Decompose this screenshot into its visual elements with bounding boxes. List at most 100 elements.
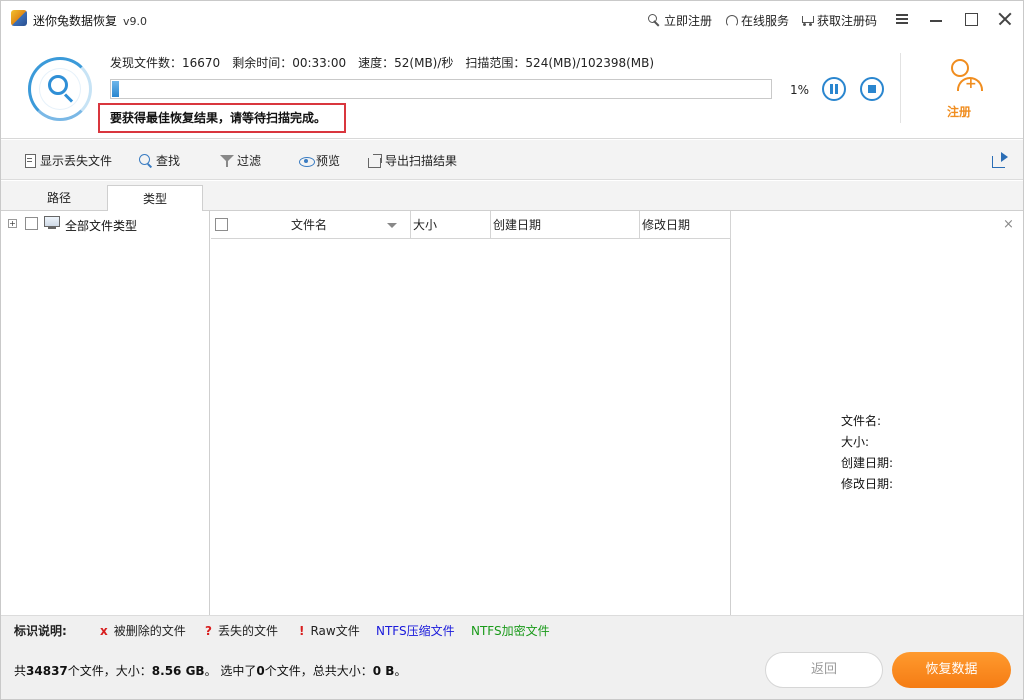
show-lost-files-label: 显示丢失文件 [40,154,113,168]
register-label: 注册 [946,105,971,119]
all-types-checkbox[interactable] [25,217,38,230]
search-icon [139,153,153,168]
minimize-icon[interactable] [924,7,948,31]
app-name: 迷你兔数据恢复 [33,14,118,28]
tab-path[interactable]: 路径 [11,185,107,211]
status-bar: 共34837个文件，大小：8.56 GB。 选中了0个文件，总共大小：0 B。 … [1,643,1023,699]
scan-range-label: 扫描范围： [465,56,526,70]
online-service-label: 在线服务 [741,14,790,28]
legend-deleted-label: 被删除的文件 [113,624,186,638]
divider [900,53,901,123]
register-now-label: 立即注册 [664,14,713,28]
file-list: 文件名 大小 创建日期 修改日期 [211,211,731,615]
scan-notice: 要获得最佳恢复结果，请等待扫描完成。 [98,103,346,133]
status-total-mid: 个文件，大小： [67,664,152,678]
maximize-icon[interactable] [959,7,983,31]
tree-expand-icon[interactable]: + [8,219,17,228]
tab-bar: 路径 类型 [1,181,1023,212]
export-icon [368,153,382,168]
scan-progress-percent: 1% [790,83,810,97]
eye-icon [299,154,315,168]
remaining-time-label: 剩余时间： [232,56,293,70]
legend-raw: ! Raw文件 [299,622,360,639]
column-name-label: 文件名 [291,218,328,232]
sort-down-icon [387,223,397,228]
close-icon[interactable] [993,7,1017,31]
preview-info: 文件名: 大小: 创建日期: 修改日期: [841,411,893,495]
legend-deleted: x 被删除的文件 [100,622,186,639]
found-files-value: 16670 [182,56,221,70]
legend-title: 标识说明: [14,624,67,638]
online-service-link[interactable]: 在线服务 [725,12,789,29]
get-code-label: 获取注册码 [817,14,878,28]
app-version: v9.0 [123,15,148,28]
app-title: 迷你兔数据恢复 v9.0 [33,12,147,29]
legend-lost-label: 丢失的文件 [217,624,278,638]
preview-created-label: 创建日期: [841,456,894,470]
legend-ntfs-encrypted: NTFS加密文件 [471,624,550,638]
remaining-time-value: 00:33:00 [292,56,347,70]
total-files-count: 34837 [26,664,68,678]
column-header-size[interactable]: 大小 [411,211,491,239]
stop-icon[interactable] [860,77,884,101]
raw-mark: ! [299,624,305,638]
column-header-name[interactable]: 文件名 [211,211,411,239]
back-button[interactable]: 返回 [765,652,883,688]
share-icon[interactable] [992,152,1008,168]
legend-raw-label: Raw文件 [310,624,360,638]
column-header-modified[interactable]: 修改日期 [640,211,731,239]
find-button[interactable]: 查找 [139,152,180,169]
toolbar: 显示丢失文件 查找 过滤 预览 导出扫描结果 [1,140,1023,180]
recover-data-button[interactable]: 恢复数据 [892,652,1011,688]
tab-type[interactable]: 类型 [107,185,203,212]
selected-size: 0 B [372,664,395,678]
status-total-prefix: 共 [14,664,27,678]
headset-icon [725,14,738,27]
legend-ntfs-compressed: NTFS压缩文件 [376,624,455,638]
preview-button[interactable]: 预览 [299,152,340,169]
preview-panel: × 文件名: 大小: 创建日期: 修改日期: [732,211,1023,615]
scan-progress-fill [112,81,119,97]
scan-range-value: 524(MB)/102398(MB) [525,56,655,70]
speed-label: 速度： [358,56,395,70]
status-sel-mid: 个文件，总共大小： [264,664,373,678]
magnifier-icon [48,75,68,95]
preview-label: 预览 [316,154,341,168]
show-lost-files-button[interactable]: 显示丢失文件 [23,152,112,169]
file-type-tree: + 全部文件类型 [1,211,210,615]
deleted-mark: x [100,624,108,638]
preview-name-label: 文件名: [841,414,882,428]
select-all-checkbox[interactable] [215,218,228,231]
preview-close-icon[interactable]: × [1003,217,1014,232]
cart-icon [801,14,814,27]
scan-stats: 发现文件数：16670 剩余时间：00:33:00 速度：52(MB)/秒 扫描范围：… [110,54,654,71]
preview-modified-label: 修改日期: [841,477,894,491]
export-results-label: 导出扫描结果 [385,154,458,168]
get-code-link[interactable]: 获取注册码 [801,12,877,29]
scan-progress-bar [110,79,772,99]
export-results-button[interactable]: 导出扫描结果 [368,152,457,169]
app-window: 迷你兔数据恢复 v9.0 立即注册 在线服务 获取注册码 发现文件数：16670 剩… [0,0,1024,700]
speed-value: 52(MB)/秒 [394,56,454,70]
menu-icon[interactable] [890,7,914,31]
column-header-created[interactable]: 创建日期 [491,211,640,239]
register-now-link[interactable]: 立即注册 [648,12,712,29]
find-label: 查找 [156,154,181,168]
register-button[interactable]: 注册 [931,57,987,123]
title-bar: 迷你兔数据恢复 v9.0 立即注册 在线服务 获取注册码 [1,1,1023,37]
found-files-label: 发现文件数： [110,56,183,70]
key-icon [648,14,661,27]
document-icon [23,153,37,168]
total-size: 8.56 GB [151,664,205,678]
selected-count: 0 [256,664,265,678]
filter-button[interactable]: 过滤 [220,152,261,169]
status-sel-suffix: 。 [394,664,407,678]
tree-item-all-types[interactable]: 全部文件类型 [65,217,137,234]
filter-label: 过滤 [237,154,262,168]
preview-size-label: 大小: [841,435,870,449]
pause-icon[interactable] [822,77,846,101]
app-logo-icon [11,10,27,26]
scan-panel: 发现文件数：16670 剩余时间：00:33:00 速度：52(MB)/秒 扫描范围：… [1,37,1023,139]
lost-mark: ? [205,624,212,638]
legend-lost: ? 丢失的文件 [205,622,278,639]
